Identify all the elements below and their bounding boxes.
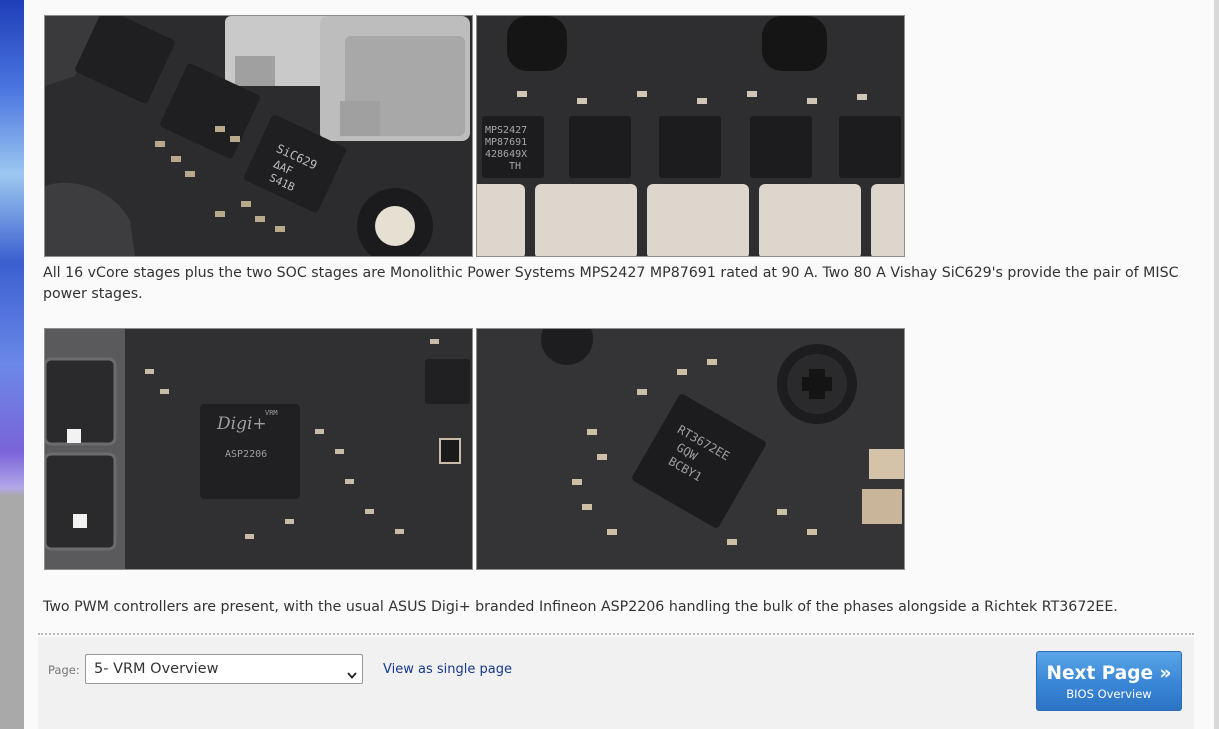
view-single-page-link[interactable]: View as single page — [383, 662, 512, 677]
caption-power-stages: All 16 vCore stages plus the two SOC sta… — [43, 265, 1179, 302]
photo-2-chip-line-1: MPS2427 — [485, 125, 527, 136]
photo-3-chip-line-3: VRM — [265, 409, 278, 417]
photo-2-chip-line-3: 428649X — [485, 149, 527, 160]
photo-3-chip-line-2: ASP2206 — [225, 449, 267, 460]
photo-rt3672ee-controller[interactable]: RT3672EE GQW BCBY1 — [476, 328, 905, 570]
photo-sic629-image: SiC629 ΔAF S41B — [45, 16, 472, 256]
next-page-sublabel: BIOS Overview — [1066, 687, 1152, 701]
photo-2-chip-line-4: TH — [509, 161, 521, 172]
photo-mps2427-image: MPS2427 MP87691 428649X TH — [477, 16, 904, 256]
photo-2-chip-line-2: MP87691 — [485, 137, 527, 148]
next-page-label: Next Page » — [1046, 663, 1172, 684]
side-background-left — [0, 0, 24, 729]
scrollbar-track[interactable] — [1214, 0, 1219, 729]
photo-mps2427-power-stages[interactable]: MPS2427 MP87691 428649X TH — [476, 15, 905, 257]
chevron-down-icon — [347, 664, 357, 683]
photo-sic629-power-stages[interactable]: SiC629 ΔAF S41B — [44, 15, 473, 257]
caption-pwm-controllers: Two PWM controllers are present, with th… — [43, 599, 1118, 615]
photo-rt3672ee-image: RT3672EE GQW BCBY1 — [477, 329, 904, 569]
page-select-label: Page: — [48, 663, 80, 677]
next-page-button[interactable]: Next Page » BIOS Overview — [1036, 651, 1182, 711]
content-divider — [38, 633, 1194, 635]
page-select-dropdown[interactable]: 5- VRM Overview — [85, 654, 363, 684]
photo-3-chip-line-1: Digi+ — [216, 414, 267, 434]
page-select-value: 5- VRM Overview — [94, 661, 219, 677]
photo-asp2206-controller[interactable]: Digi+ ASP2206 VRM — [44, 328, 473, 570]
article-page: SiC629 ΔAF S41B MPS2427 MP87691 428649X … — [24, 0, 1214, 729]
photo-asp2206-image: Digi+ ASP2206 VRM — [45, 329, 472, 569]
